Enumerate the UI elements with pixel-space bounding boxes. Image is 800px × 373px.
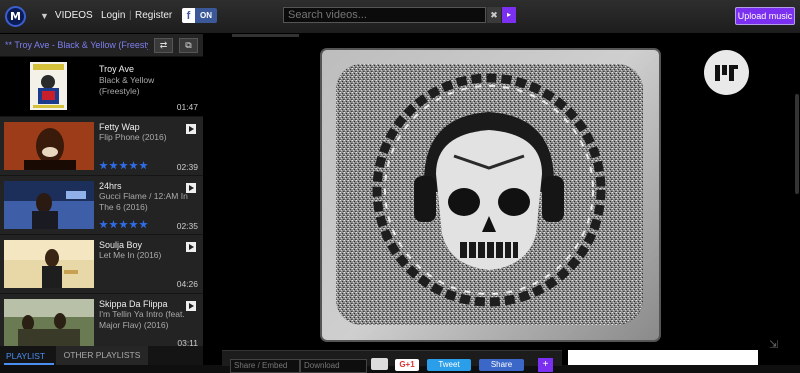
artist-name: Troy Ave — [99, 64, 135, 74]
upload-music-button[interactable]: Upload music — [735, 7, 795, 25]
song-title: Flip Phone (2016) — [99, 132, 167, 142]
google-plus-button[interactable]: G+1 — [395, 359, 419, 371]
playlist-sidebar: ** Troy Ave - Black & Yellow (Freestyle)… — [0, 34, 203, 365]
static-skull-artwork — [336, 64, 643, 325]
search-submit-button[interactable]: ▸ — [502, 7, 516, 23]
facebook-toggle[interactable]: f ON — [182, 8, 217, 23]
videos-menu-label: VIDEOS — [54, 10, 93, 21]
list-item[interactable]: Soulja Boy Let Me In (2016) 04:26 — [0, 235, 203, 294]
star-icon[interactable] — [99, 220, 108, 229]
search-input[interactable] — [283, 7, 486, 23]
star-icon[interactable] — [99, 161, 108, 170]
play-icon[interactable] — [186, 124, 196, 134]
repeat-icon[interactable]: ⇄ — [154, 38, 173, 53]
thumbnail-image — [4, 181, 94, 229]
now-playing-bar: ** Troy Ave - Black & Yellow (Freestyle)… — [0, 34, 203, 57]
artist-name: Skippa Da Flippa — [99, 299, 168, 309]
login-link[interactable]: Login — [101, 10, 125, 21]
thumbnail-image — [4, 240, 94, 288]
duration: 04:26 — [176, 279, 198, 289]
star-icon[interactable] — [129, 161, 138, 170]
resize-handle-icon[interactable]: ⇲ — [769, 338, 778, 351]
play-icon[interactable] — [186, 301, 196, 311]
add-button[interactable]: + — [538, 358, 553, 372]
list-item[interactable]: Troy Ave Black & Yellow (Freestyle) 01:4… — [0, 57, 203, 117]
top-bar: M ▼ VIDEOS Login | Register f ON ✖ ▸ Upl… — [0, 0, 800, 34]
star-icon[interactable] — [119, 161, 128, 170]
duration: 02:35 — [176, 221, 198, 231]
star-icon[interactable] — [139, 220, 148, 229]
list-item[interactable]: 24hrs Gucci Flame / 12:AM In The 6 (2016… — [0, 176, 203, 235]
download-field[interactable]: Download — [300, 359, 367, 373]
duration: 02:39 — [176, 162, 198, 172]
list-item[interactable]: Skippa Da Flippa I'm Tellin Ya Intro (fe… — [0, 294, 203, 347]
duration: 01:47 — [176, 102, 198, 112]
now-playing-title[interactable]: ** Troy Ave - Black & Yellow (Freestyle) — [5, 40, 148, 50]
song-title: Gucci Flame / 12:AM In The 6 (2016) — [99, 191, 188, 212]
facebook-toggle-state: ON — [200, 11, 212, 20]
thumbnail-image — [30, 62, 67, 110]
nav-separator: | — [129, 10, 132, 21]
song-title: Let Me In (2016) — [99, 250, 162, 260]
playlist-tabs: PLAYLIST OTHER PLAYLISTS — [0, 346, 203, 365]
tweet-button[interactable]: Tweet — [427, 359, 471, 371]
thumbnail-strip — [232, 34, 299, 37]
videos-menu[interactable]: ▼ VIDEOS — [40, 10, 93, 21]
share-embed-field[interactable]: Share / Embed — [230, 359, 300, 373]
caret-down-icon: ▼ — [40, 10, 49, 21]
share-icon[interactable] — [371, 358, 388, 370]
tab-other-playlists[interactable]: OTHER PLAYLISTS — [56, 346, 148, 365]
star-icon[interactable] — [129, 220, 138, 229]
play-icon[interactable] — [186, 242, 196, 252]
list-item[interactable]: Fetty Wap Flip Phone (2016) 02:39 — [0, 117, 203, 176]
artist-name: Fetty Wap — [99, 122, 140, 132]
facebook-icon: f — [182, 8, 195, 23]
star-icon[interactable] — [109, 220, 118, 229]
rating-stars[interactable] — [99, 220, 148, 229]
tab-playlist[interactable]: PLAYLIST — [6, 351, 45, 361]
artist-name: 24hrs — [99, 181, 122, 191]
song-title: Black & Yellow (Freestyle) — [99, 75, 155, 96]
play-icon[interactable] — [186, 183, 196, 193]
player-logo-icon[interactable] — [704, 50, 749, 95]
side-panel — [568, 350, 758, 365]
thumbnail-image — [4, 299, 94, 346]
video-player[interactable]: ⇲ — [203, 34, 800, 365]
facebook-share-button[interactable]: Share — [479, 359, 524, 371]
scrollbar[interactable] — [795, 94, 799, 194]
popout-icon[interactable]: ⧉ — [179, 38, 198, 53]
register-link[interactable]: Register — [135, 10, 172, 21]
tv-frame-image — [320, 48, 661, 342]
song-title: I'm Tellin Ya Intro (feat. Major Flav) (… — [99, 309, 185, 330]
star-icon[interactable] — [109, 161, 118, 170]
search-clear-icon[interactable]: ✖ — [487, 7, 501, 23]
share-bar: Share / Embed Download G+1 Tweet Share + — [222, 350, 562, 373]
rating-stars[interactable] — [99, 161, 148, 170]
star-icon[interactable] — [139, 161, 148, 170]
site-logo-icon[interactable]: M — [5, 6, 26, 27]
artist-name: Soulja Boy — [99, 240, 143, 250]
thumbnail-image — [4, 122, 94, 170]
star-icon[interactable] — [119, 220, 128, 229]
